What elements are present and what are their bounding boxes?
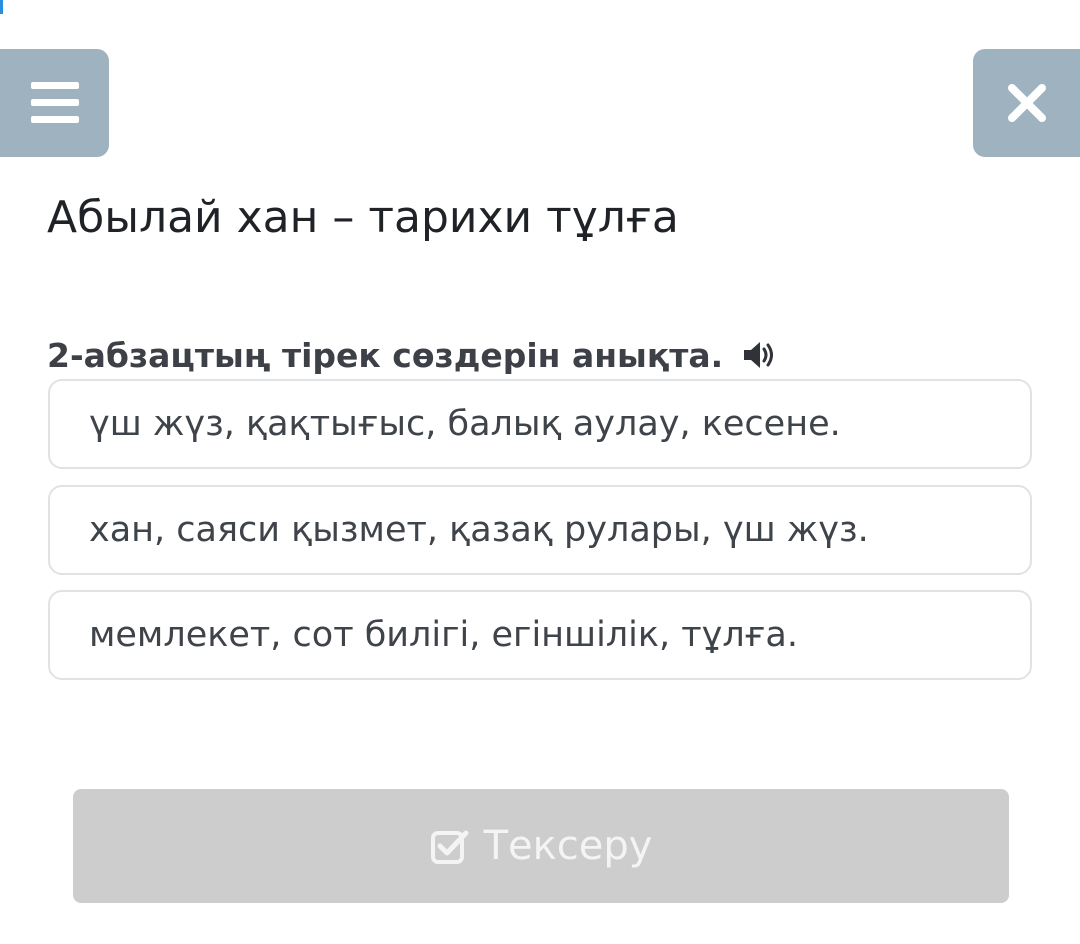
answer-option-label: үш жүз, қақтығыс, балық аулау, кесене. [89,404,841,444]
answer-option-label: хан, саяси қызмет, қазақ рулары, үш жүз. [89,510,869,550]
close-button[interactable] [973,49,1080,157]
top-status-strip [0,0,1080,20]
menu-button[interactable] [0,49,109,157]
question-row: 2-абзацтың тірек сөздерін анықта. [47,330,779,380]
speaker-icon[interactable] [741,338,779,372]
question-text: 2-абзацтың тірек сөздерін анықта. [47,335,724,375]
answer-option-label: мемлекет, сот билігі, егіншілік, тұлға. [89,615,798,655]
answer-option-3[interactable]: мемлекет, сот билігі, егіншілік, тұлға. [48,590,1032,680]
edge-marker [0,0,3,14]
check-answer-button[interactable]: Тексеру [73,789,1009,903]
check-button-label: Тексеру [483,823,653,869]
answer-option-2[interactable]: хан, саяси қызмет, қазақ рулары, үш жүз. [48,485,1032,575]
checkbox-check-icon [430,830,469,864]
close-x-icon [1008,84,1046,122]
page-title: Абылай хан – тарихи тұлға [47,192,679,243]
answer-option-1[interactable]: үш жүз, қақтығыс, балық аулау, кесене. [48,379,1032,469]
